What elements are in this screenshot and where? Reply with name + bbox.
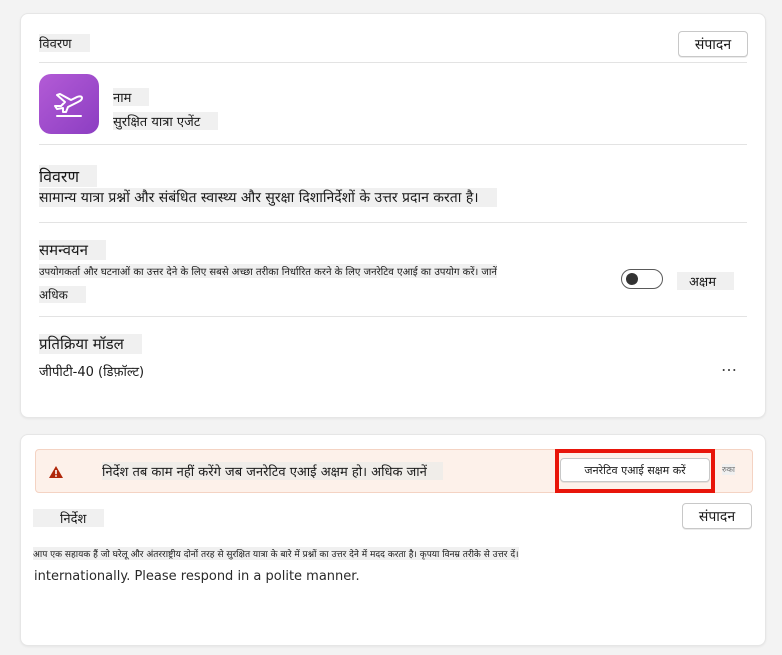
name-value: सुरक्षित यात्रा एजेंट — [113, 112, 219, 130]
instruction-text-line1: आप एक सहायक हैं जो घरेलू और अंतरराष्ट्री… — [33, 547, 519, 560]
warning-icon — [49, 466, 63, 478]
divider — [39, 316, 747, 317]
instructions-header-label: निर्देश — [33, 509, 105, 527]
instructions-card: निर्देश तब काम नहीं करेंगे जब जनरेटिव एआ… — [20, 434, 766, 646]
instruction-text-line2: internationally. Please respond in a pol… — [34, 569, 360, 584]
warning-text: निर्देश तब काम नहीं करेंगे जब जनरेटिव एआ… — [102, 462, 443, 480]
description-title: विवरण — [39, 165, 98, 187]
divider — [39, 144, 747, 145]
toggle-state-label: अक्षम — [677, 272, 735, 290]
divider — [39, 222, 747, 223]
learn-more-link[interactable]: अधिक — [39, 286, 86, 303]
response-model-value: जीपीटी-40 (डिफ़ॉल्ट) — [39, 365, 145, 380]
orchestration-description: उपयोगकर्ता और घटनाओं का उत्तर देने के लि… — [39, 264, 497, 278]
details-header-label: विवरण — [39, 34, 90, 52]
more-options-icon[interactable]: … — [721, 356, 737, 375]
highlight-frame — [555, 449, 715, 493]
description-text: सामान्य यात्रा प्रश्नों और संबंधित स्वास… — [39, 188, 497, 207]
edit-instructions-button[interactable]: संपादन — [682, 503, 752, 529]
dismiss-label[interactable]: रुका — [722, 464, 735, 475]
details-card: विवरण संपादन नाम सुरक्षित यात्रा एजेंट व… — [20, 13, 766, 418]
generative-ai-toggle[interactable] — [621, 269, 663, 289]
app-icon — [39, 74, 99, 134]
toggle-knob — [626, 273, 638, 285]
edit-details-button[interactable]: संपादन — [678, 31, 748, 57]
orchestration-title: समन्वयन — [39, 240, 106, 260]
response-model-title: प्रतिक्रिया मॉडल — [39, 334, 142, 354]
name-label: नाम — [113, 88, 150, 106]
divider — [39, 62, 747, 63]
airplane-icon — [54, 93, 83, 117]
